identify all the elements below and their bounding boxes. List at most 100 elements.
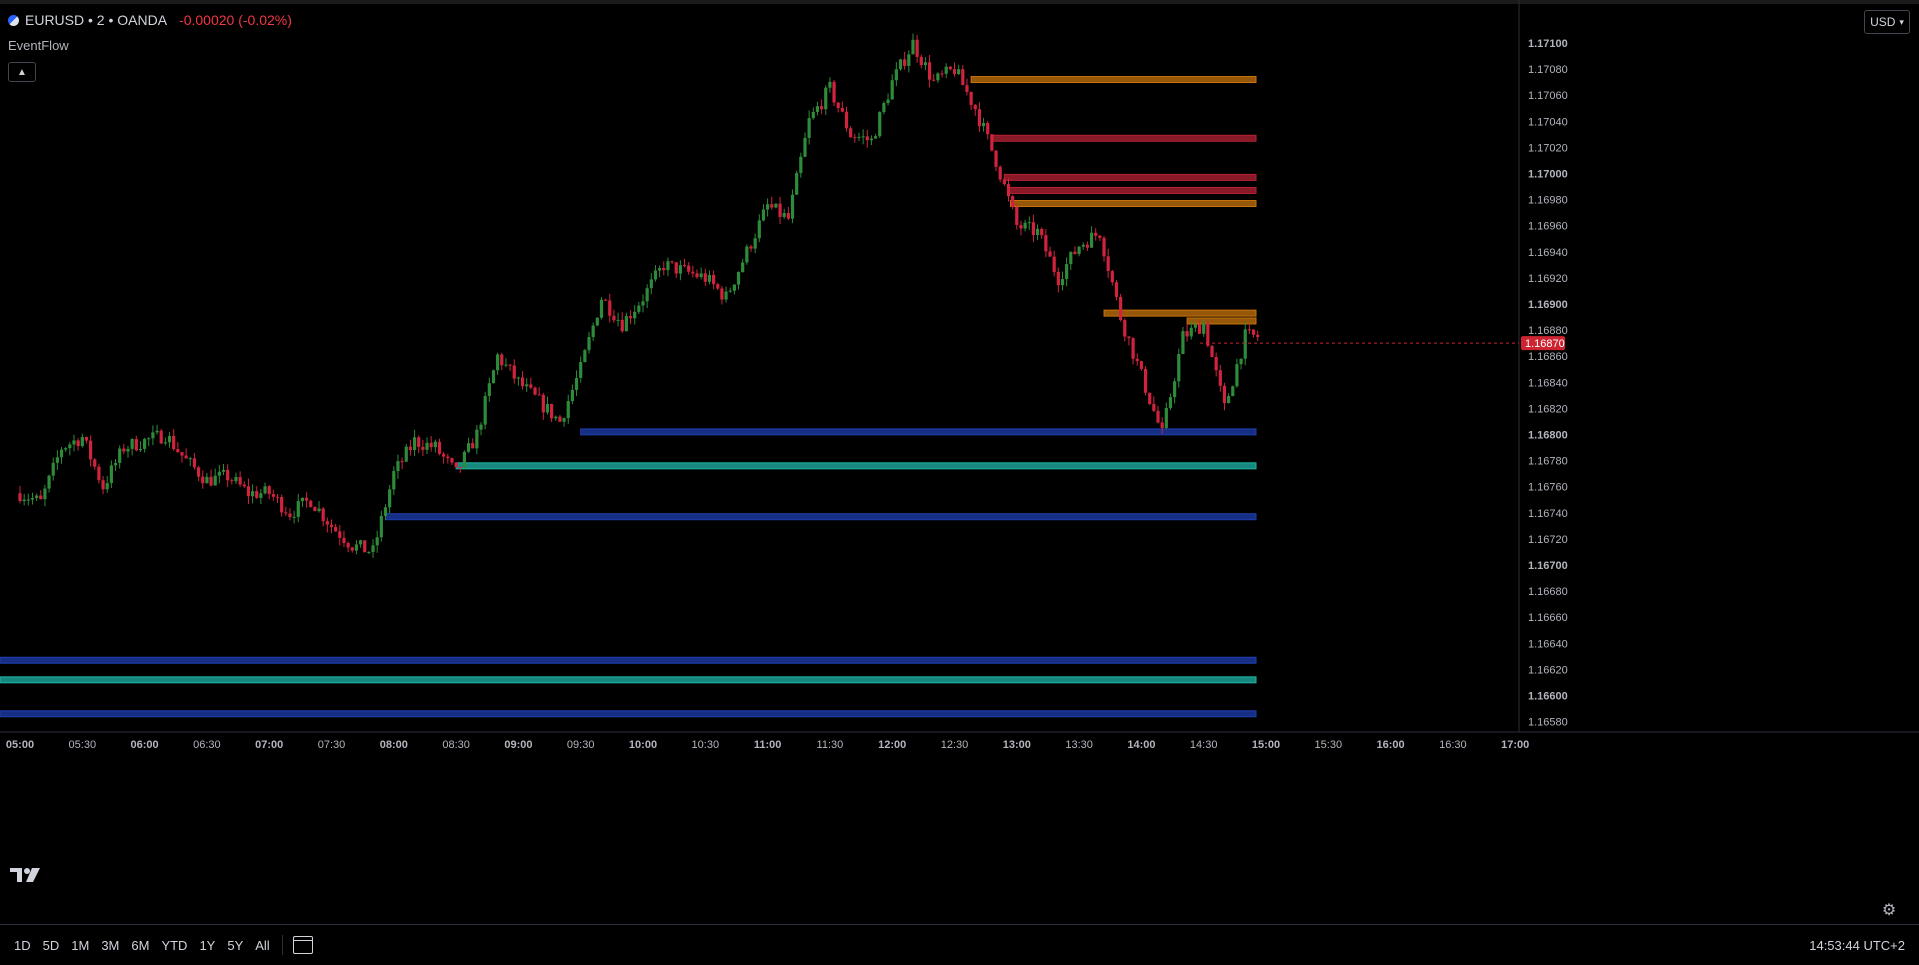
candle-body (1035, 228, 1040, 236)
range-button-all[interactable]: All (249, 938, 275, 953)
candle-body (894, 69, 898, 81)
candle-body (969, 91, 973, 105)
candle-body (516, 377, 520, 379)
candle-body (417, 437, 421, 447)
candle-body (300, 497, 305, 502)
candle-body (43, 488, 47, 500)
candle-body (500, 354, 504, 366)
candle-body (1040, 228, 1044, 236)
candle-body (554, 416, 558, 419)
range-button-1d[interactable]: 1D (8, 938, 37, 953)
candle-body (815, 106, 820, 112)
candle-body (1251, 329, 1256, 335)
symbol-legend[interactable]: EURUSD • 2 • OANDA -0.00020 (-0.02%) (8, 12, 292, 28)
symbol-title[interactable]: EURUSD • 2 • OANDA (25, 12, 167, 28)
candle-body (940, 73, 944, 75)
candle-body (259, 493, 263, 498)
candle-body (134, 439, 138, 451)
currency-label: USD (1870, 15, 1896, 29)
candle-body (869, 138, 874, 141)
range-button-3m[interactable]: 3M (95, 938, 125, 953)
range-button-5y[interactable]: 5Y (221, 938, 249, 953)
candle-body (201, 476, 205, 484)
candle-body (541, 394, 545, 413)
candle-body (732, 284, 736, 291)
candle-body (570, 389, 574, 402)
current-price-label: 1.16870 (1525, 338, 1565, 350)
candle-body (604, 299, 608, 301)
zone-blue[interactable] (0, 656, 1257, 664)
candle-body (1210, 345, 1214, 358)
candle-body (761, 209, 766, 221)
zone-blue[interactable] (384, 513, 1257, 521)
candle-body (143, 438, 147, 449)
zone-blue[interactable] (580, 428, 1257, 436)
candle-body (583, 350, 587, 363)
price-axis-label: 1.17060 (1528, 90, 1568, 102)
range-button-ytd[interactable]: YTD (155, 938, 193, 953)
candle-body (550, 403, 554, 419)
zone-orange[interactable] (1010, 200, 1257, 208)
candle-body (658, 268, 662, 271)
utc-clock[interactable]: 14:53:44 UTC+2 (1809, 938, 1905, 953)
candle-body (213, 475, 217, 486)
range-button-5d[interactable]: 5D (37, 938, 66, 953)
candle-body (774, 203, 778, 208)
price-axis-label: 1.16900 (1528, 299, 1568, 311)
range-button-6m[interactable]: 6M (125, 938, 155, 953)
zone-red[interactable] (991, 134, 1257, 142)
candle-body (209, 476, 213, 486)
zone-teal[interactable] (455, 462, 1257, 470)
candle-body (1011, 196, 1015, 207)
price-chart[interactable]: 1.17100 1.17080 1.17060 1.17040 1.17020 1.170… (0, 0, 1919, 924)
tradingview-logo-icon[interactable] (10, 866, 44, 884)
candle-body (421, 446, 425, 450)
candle-body (80, 436, 84, 447)
zone-orange[interactable] (970, 76, 1257, 84)
chevron-up-icon: ▲ (17, 66, 27, 78)
zone-blue[interactable] (0, 710, 1257, 718)
time-axis-label: 05:30 (69, 739, 97, 751)
price-axis-label: 1.16960 (1528, 221, 1568, 233)
candle-body (1114, 282, 1119, 297)
candle-body (55, 457, 59, 463)
candle-body (533, 387, 537, 395)
candle-body (1156, 410, 1160, 423)
candle-body (172, 435, 176, 450)
candle-body (26, 499, 30, 501)
candle-body (1152, 403, 1156, 411)
candle-body (919, 56, 923, 66)
collapse-legend-button[interactable]: ▲ (8, 62, 36, 82)
candle-body (109, 465, 113, 484)
zone-teal[interactable] (0, 676, 1257, 684)
candle-body (961, 69, 965, 86)
candle-body (363, 540, 367, 553)
candle-body (1227, 396, 1231, 404)
candle-body (1135, 358, 1139, 362)
candle-body (674, 262, 678, 274)
calendar-icon[interactable] (292, 936, 313, 954)
candle-body (861, 136, 865, 138)
candle-body (446, 456, 450, 459)
chart-settings-gear-icon[interactable]: ⚙ (1880, 902, 1898, 920)
zone-red[interactable] (1003, 173, 1257, 181)
candle-body (1073, 251, 1077, 254)
candle-body (346, 543, 350, 548)
candle-body (1110, 271, 1114, 283)
candle-body (574, 377, 579, 390)
indicator-label[interactable]: EventFlow (8, 38, 69, 53)
zone-orange[interactable] (1103, 309, 1257, 317)
range-button-1y[interactable]: 1Y (193, 938, 221, 953)
candle-body (1065, 264, 1069, 280)
candle-body (998, 166, 1002, 180)
currency-select[interactable]: USD ▾ (1864, 10, 1910, 34)
price-axis-label: 1.16800 (1528, 430, 1568, 442)
candle-body (496, 354, 500, 371)
candle-body (1168, 397, 1173, 409)
candle-body (296, 501, 300, 517)
candle-body (770, 204, 774, 208)
zone-red[interactable] (1007, 186, 1257, 194)
range-button-1m[interactable]: 1M (65, 938, 95, 953)
price-axis-label: 1.16860 (1528, 351, 1568, 363)
candle-body (184, 455, 188, 459)
